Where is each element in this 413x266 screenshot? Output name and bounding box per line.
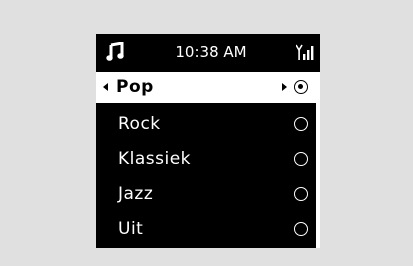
menu-item-pop[interactable]: Pop [96,72,316,103]
menu-item-rock[interactable]: Rock [96,107,320,142]
menu-item-jazz[interactable]: Jazz [96,177,320,212]
status-bar: 10:38 AM [96,34,320,70]
page-background: 10:38 AM Pop Rock Klassiek Jazz Uit [0,0,413,266]
radio-empty-icon[interactable] [294,152,308,166]
radio-empty-icon[interactable] [294,187,308,201]
device-screen: 10:38 AM Pop Rock Klassiek Jazz Uit [96,34,320,248]
clock-time: 10:38 AM [175,43,247,61]
menu-item-klassiek[interactable]: Klassiek [96,142,320,177]
left-arrow-icon [103,83,108,91]
preset-menu-list: Pop Rock Klassiek Jazz Uit [96,72,320,247]
menu-item-uit[interactable]: Uit [96,212,320,247]
radio-empty-icon[interactable] [294,117,308,131]
menu-item-label: Jazz [118,184,154,204]
signal-strength-icon [296,44,314,60]
menu-item-label: Uit [118,219,144,239]
radio-selected-icon[interactable] [294,80,308,94]
menu-item-label: Rock [118,114,161,134]
radio-empty-icon[interactable] [294,222,308,236]
right-arrow-icon [282,83,287,91]
menu-item-label: Pop [116,77,154,97]
menu-item-label: Klassiek [118,149,192,169]
scrollbar[interactable] [316,72,320,248]
